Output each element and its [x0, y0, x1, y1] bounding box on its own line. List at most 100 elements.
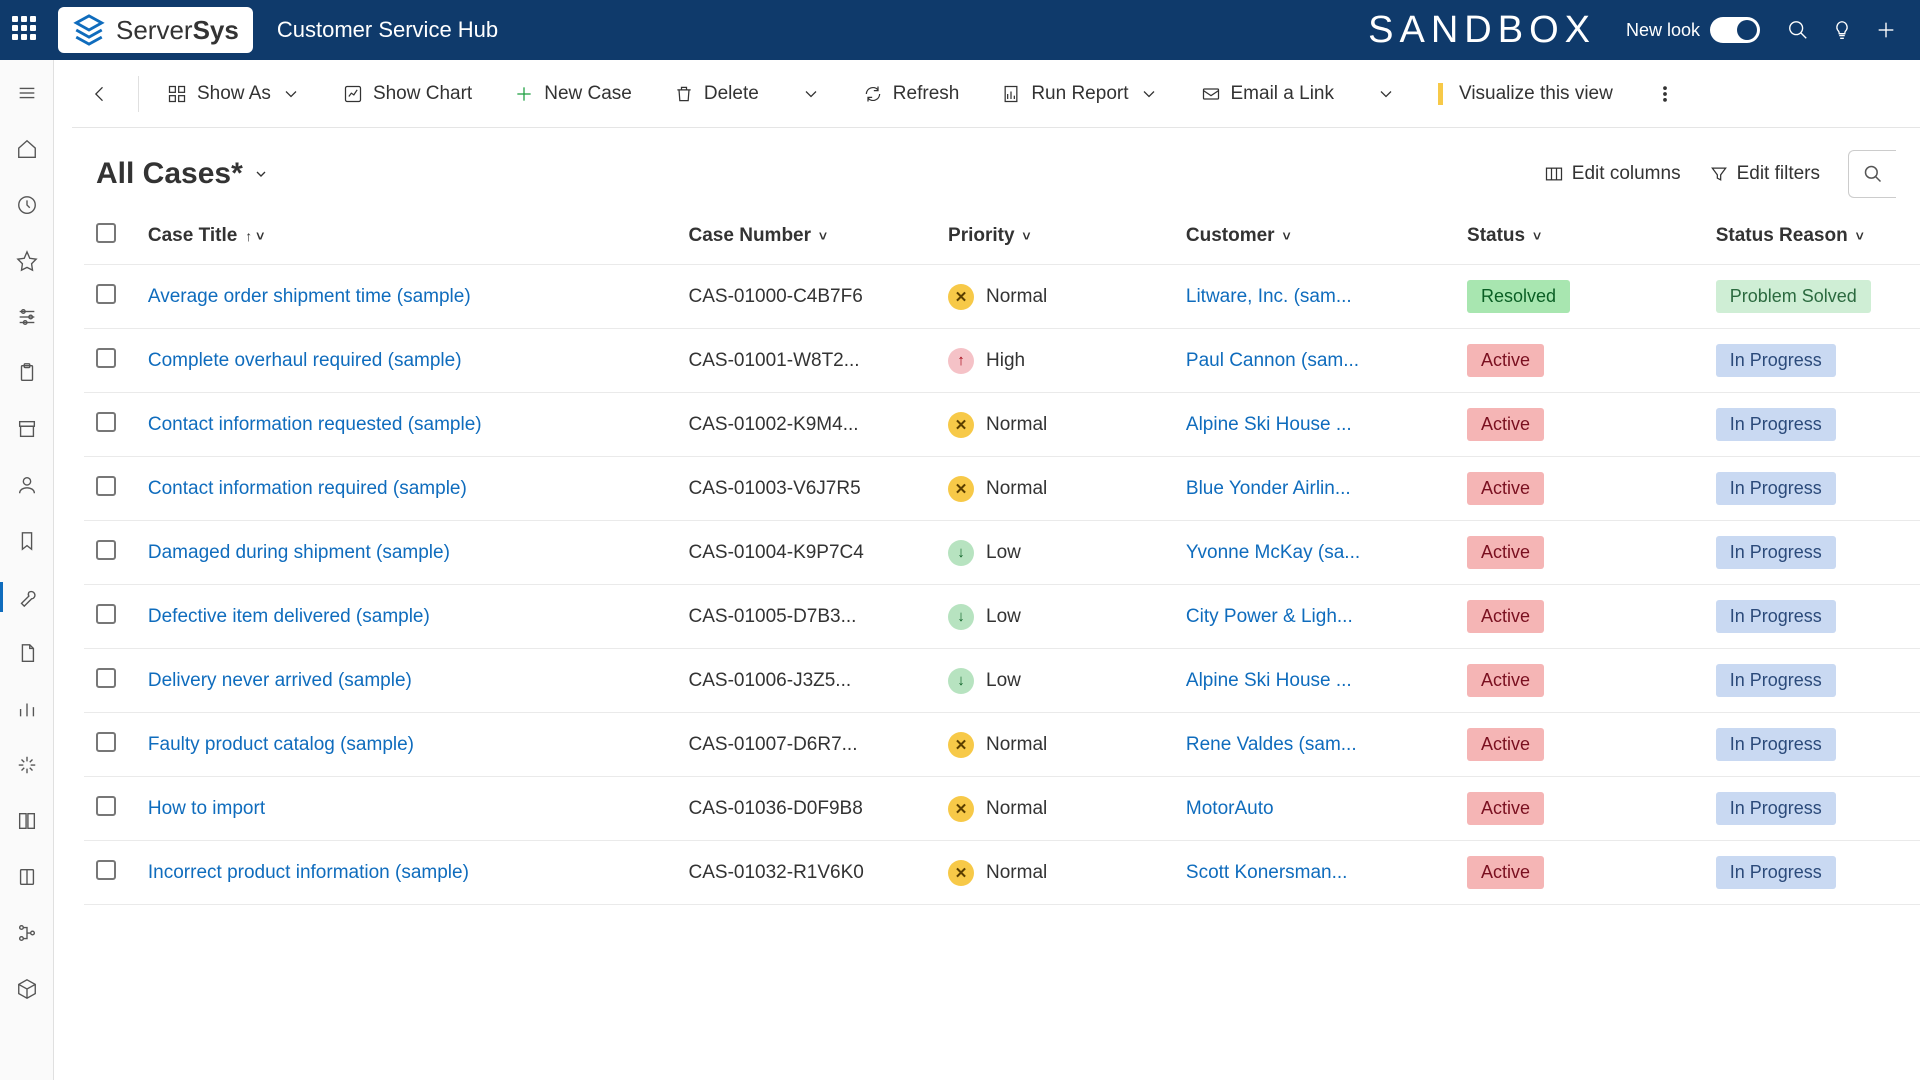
row-checkbox[interactable]	[96, 732, 116, 752]
status-reason-badge: In Progress	[1716, 408, 1836, 441]
case-number-cell: CAS-01036-D0F9B8	[677, 777, 937, 841]
table-row[interactable]: Contact information requested (sample)CA…	[84, 393, 1920, 457]
new-case-button[interactable]: New Case	[496, 73, 650, 115]
row-checkbox[interactable]	[96, 476, 116, 496]
delete-button[interactable]: Delete	[656, 73, 777, 115]
col-case-title[interactable]: Case Title ↑ ˅	[136, 208, 677, 265]
edit-filters-label: Edit filters	[1737, 163, 1820, 185]
book-icon[interactable]	[10, 804, 44, 838]
recent-icon[interactable]	[10, 188, 44, 222]
document-icon[interactable]	[10, 636, 44, 670]
booklet-icon[interactable]	[10, 860, 44, 894]
case-title-link[interactable]: Contact information required (sample)	[148, 478, 467, 499]
status-reason-badge: In Progress	[1716, 536, 1836, 569]
case-title-link[interactable]: Faulty product catalog (sample)	[148, 734, 414, 755]
delete-label: Delete	[704, 83, 759, 105]
customer-link[interactable]: Paul Cannon (sam...	[1186, 350, 1359, 371]
grid-search-button[interactable]	[1848, 150, 1896, 198]
customer-link[interactable]: Litware, Inc. (sam...	[1186, 286, 1352, 307]
wrench-icon[interactable]	[10, 580, 44, 614]
customer-link[interactable]: Alpine Ski House ...	[1186, 670, 1352, 691]
table-row[interactable]: Contact information required (sample)CAS…	[84, 457, 1920, 521]
app-name: Customer Service Hub	[277, 17, 498, 43]
table-row[interactable]: Average order shipment time (sample)CAS-…	[84, 265, 1920, 329]
search-icon[interactable]	[1776, 8, 1820, 52]
new-look-toggle[interactable]	[1710, 17, 1760, 43]
row-checkbox[interactable]	[96, 860, 116, 880]
bookmark-icon[interactable]	[10, 524, 44, 558]
case-title-link[interactable]: Average order shipment time (sample)	[148, 286, 471, 307]
show-chart-button[interactable]: Show Chart	[325, 73, 490, 115]
row-checkbox[interactable]	[96, 796, 116, 816]
case-title-link[interactable]: Defective item delivered (sample)	[148, 606, 430, 627]
view-selector[interactable]: All Cases*	[96, 157, 269, 191]
col-status[interactable]: Status ˅	[1455, 208, 1704, 265]
case-title-link[interactable]: Delivery never arrived (sample)	[148, 670, 412, 691]
col-case-number[interactable]: Case Number ˅	[677, 208, 937, 265]
row-checkbox[interactable]	[96, 348, 116, 368]
table-row[interactable]: Defective item delivered (sample)CAS-010…	[84, 585, 1920, 649]
pinned-icon[interactable]	[10, 244, 44, 278]
back-button[interactable]	[72, 74, 128, 114]
app-logo[interactable]: ServerSys	[58, 7, 253, 53]
table-row[interactable]: Complete overhaul required (sample)CAS-0…	[84, 329, 1920, 393]
table-row[interactable]: How to importCAS-01036-D0F9B8✕NormalMoto…	[84, 777, 1920, 841]
col-customer[interactable]: Customer ˅	[1174, 208, 1455, 265]
status-reason-badge: In Progress	[1716, 344, 1836, 377]
edit-columns-button[interactable]: Edit columns	[1544, 163, 1681, 185]
chevron-down-icon	[281, 84, 301, 104]
user-icon[interactable]	[10, 468, 44, 502]
hamburger-icon[interactable]	[10, 76, 44, 110]
settings-icon[interactable]	[10, 300, 44, 334]
priority-cell: ✕Normal	[948, 284, 1162, 310]
table-row[interactable]: Faulty product catalog (sample)CAS-01007…	[84, 713, 1920, 777]
case-title-link[interactable]: Contact information requested (sample)	[148, 414, 482, 435]
chart-icon[interactable]	[10, 692, 44, 726]
table-row[interactable]: Delivery never arrived (sample)CAS-01006…	[84, 649, 1920, 713]
case-title-link[interactable]: How to import	[148, 798, 265, 819]
tree-icon[interactable]	[10, 916, 44, 950]
row-checkbox[interactable]	[96, 604, 116, 624]
clipboard-icon[interactable]	[10, 356, 44, 390]
run-report-button[interactable]: Run Report	[983, 73, 1176, 115]
select-all-checkbox[interactable]	[84, 208, 136, 265]
email-link-dropdown[interactable]	[1358, 74, 1414, 114]
cube-icon[interactable]	[10, 972, 44, 1006]
columns-icon	[1544, 164, 1564, 184]
customer-link[interactable]: Yvonne McKay (sa...	[1186, 542, 1360, 563]
table-row[interactable]: Incorrect product information (sample)CA…	[84, 841, 1920, 905]
refresh-button[interactable]: Refresh	[845, 73, 978, 115]
table-row[interactable]: Damaged during shipment (sample)CAS-0100…	[84, 521, 1920, 585]
case-title-link[interactable]: Damaged during shipment (sample)	[148, 542, 450, 563]
priority-icon: ✕	[948, 796, 974, 822]
delete-dropdown[interactable]	[783, 74, 839, 114]
col-reason[interactable]: Status Reason ˅	[1704, 208, 1920, 265]
plus-icon[interactable]	[1864, 8, 1908, 52]
priority-label: Normal	[986, 414, 1047, 436]
home-icon[interactable]	[10, 132, 44, 166]
archive-icon[interactable]	[10, 412, 44, 446]
show-chart-label: Show Chart	[373, 83, 472, 105]
col-priority[interactable]: Priority ˅	[936, 208, 1174, 265]
customer-link[interactable]: Blue Yonder Airlin...	[1186, 478, 1351, 499]
row-checkbox[interactable]	[96, 668, 116, 688]
customer-link[interactable]: Rene Valdes (sam...	[1186, 734, 1357, 755]
sparkle-icon[interactable]	[10, 748, 44, 782]
customer-link[interactable]: Scott Konersman...	[1186, 862, 1348, 883]
case-title-link[interactable]: Complete overhaul required (sample)	[148, 350, 462, 371]
row-checkbox[interactable]	[96, 284, 116, 304]
email-link-button[interactable]: Email a Link	[1183, 73, 1353, 115]
row-checkbox[interactable]	[96, 412, 116, 432]
case-title-link[interactable]: Incorrect product information (sample)	[148, 862, 469, 883]
customer-link[interactable]: Alpine Ski House ...	[1186, 414, 1352, 435]
customer-link[interactable]: City Power & Ligh...	[1186, 606, 1353, 627]
edit-filters-button[interactable]: Edit filters	[1709, 163, 1820, 185]
lightbulb-icon[interactable]	[1820, 8, 1864, 52]
customer-link[interactable]: MotorAuto	[1186, 798, 1274, 819]
show-as-button[interactable]: Show As	[149, 73, 319, 115]
logo-bold: Sys	[193, 15, 239, 45]
app-launcher-icon[interactable]	[12, 16, 40, 44]
row-checkbox[interactable]	[96, 540, 116, 560]
visualize-button[interactable]: Visualize this view	[1420, 73, 1631, 115]
overflow-button[interactable]	[1637, 74, 1693, 114]
